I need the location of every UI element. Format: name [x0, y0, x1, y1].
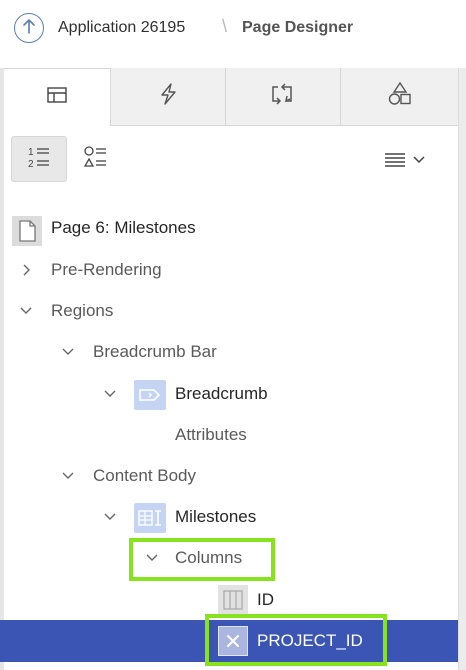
tree-label: ID: [257, 590, 274, 609]
chevron-down-icon[interactable]: [19, 304, 33, 318]
project-id-highlight-box: [205, 614, 387, 666]
chevron-down-icon[interactable]: [103, 510, 117, 524]
tree-node-milestones[interactable]: Milestones: [0, 497, 458, 538]
svg-text:2: 2: [28, 159, 34, 170]
tree-label: Regions: [51, 301, 114, 320]
tree-menu-button[interactable]: [375, 144, 435, 178]
breadcrumb-region-icon: [134, 380, 166, 415]
tree-toolbar: 1 2: [0, 126, 466, 190]
arrow-up-icon: [21, 17, 37, 40]
columns-highlight-box: [129, 538, 275, 581]
tree-label: Content Body: [93, 466, 197, 485]
component-list-icon: [82, 143, 110, 176]
tree-node-regions[interactable]: Regions: [0, 291, 458, 332]
tree-node-breadcrumb[interactable]: Breadcrumb: [0, 374, 458, 415]
tree-node-breadcrumb-bar[interactable]: Breadcrumb Bar: [0, 332, 458, 373]
tree-label: Milestones: [175, 507, 257, 526]
rendering-tree-icon: [46, 85, 68, 110]
lightning-icon: [157, 82, 179, 111]
navigate-up-button[interactable]: [14, 13, 44, 43]
menu-lines-icon: [384, 151, 406, 172]
tree-node-content-body[interactable]: Content Body: [0, 456, 458, 497]
tree-label: Breadcrumb Bar: [93, 342, 217, 361]
svg-text:1: 1: [28, 147, 34, 158]
chevron-right-icon[interactable]: [20, 263, 34, 277]
tab-processing[interactable]: [225, 68, 340, 126]
tree-node-pre-rendering[interactable]: Pre-Rendering: [0, 250, 458, 291]
chevron-down-icon: [412, 152, 426, 170]
page-title: Page Designer: [242, 19, 354, 36]
shapes-icon: [387, 81, 413, 112]
tab-rendering[interactable]: [4, 68, 110, 126]
ordered-list-icon: 1 2: [25, 143, 53, 176]
tree-node-page[interactable]: Page 6: Milestones: [0, 208, 458, 249]
grouped-view-button[interactable]: 1 2: [11, 136, 67, 182]
tree-label: Breadcrumb: [175, 384, 268, 403]
interactive-report-icon: [134, 503, 166, 538]
component-view-button[interactable]: [68, 136, 124, 182]
page-designer-header: Application 26195 \ Page Designer: [0, 0, 466, 60]
tree-label: Pre-Rendering: [51, 260, 162, 279]
processing-arrows-icon: [269, 83, 297, 110]
chevron-down-icon[interactable]: [103, 387, 117, 401]
application-link[interactable]: Application 26195: [58, 19, 185, 37]
tab-dynamic-actions[interactable]: [110, 68, 225, 126]
page-icon: [12, 216, 42, 251]
chevron-down-icon[interactable]: [61, 345, 75, 359]
tab-shared-components[interactable]: [340, 68, 458, 126]
designer-tabs: [0, 68, 466, 126]
chevron-down-icon[interactable]: [61, 469, 75, 483]
tree-label: Attributes: [175, 425, 247, 444]
breadcrumb-separator: \: [222, 16, 228, 36]
tree-label: Page 6: Milestones: [51, 218, 196, 237]
tree-node-attributes[interactable]: Attributes: [0, 415, 458, 456]
